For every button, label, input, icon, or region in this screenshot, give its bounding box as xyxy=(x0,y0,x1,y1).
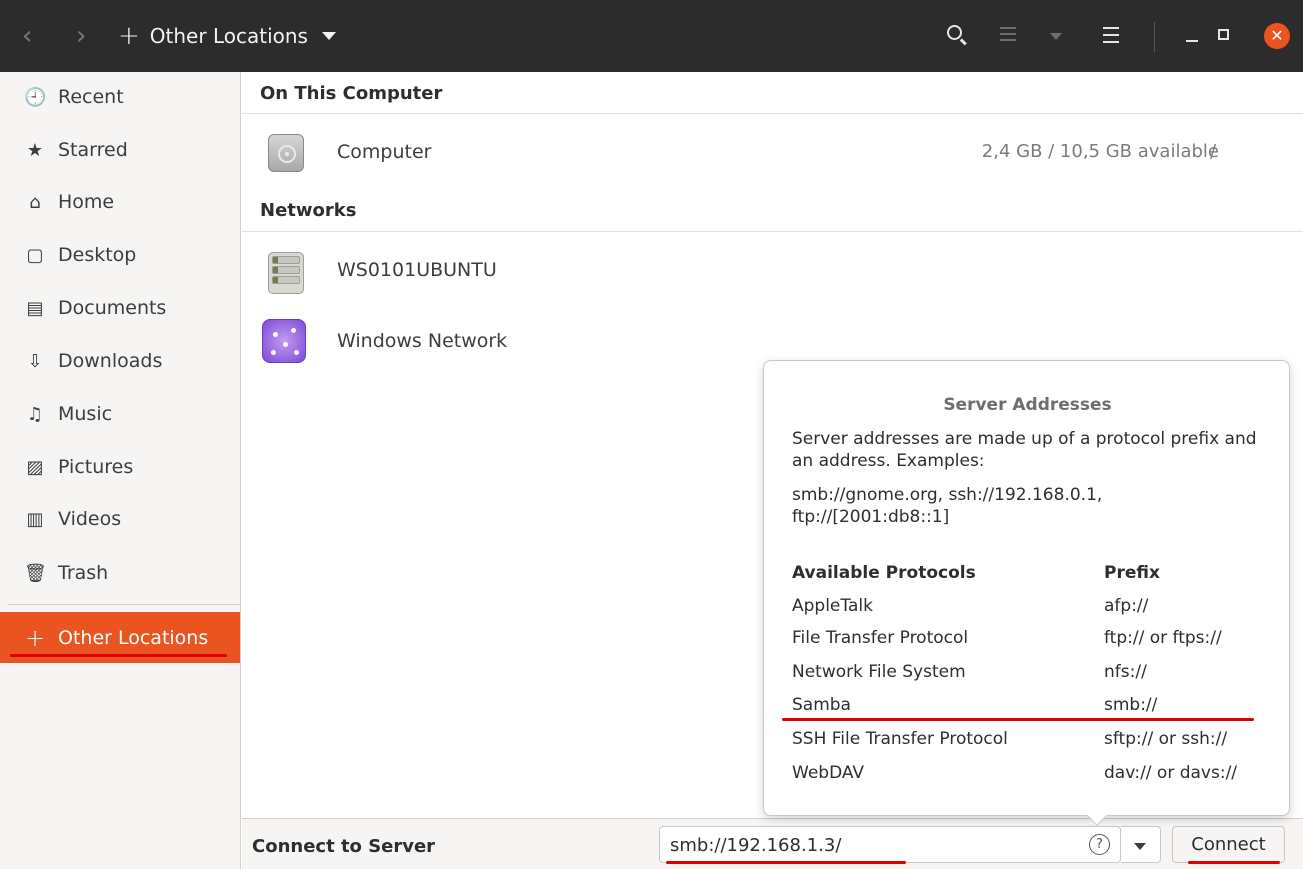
windows-network-icon xyxy=(262,319,306,363)
close-icon[interactable]: ✕ xyxy=(1264,23,1290,49)
desktop-icon: ▢ xyxy=(26,244,44,266)
downloads-icon: ⇩ xyxy=(27,350,43,372)
chevron-down-icon xyxy=(1134,843,1146,850)
protocol-name: Network File System xyxy=(792,662,966,682)
protocol-name: AppleTalk xyxy=(792,596,873,616)
computer-mount-point: / xyxy=(1210,141,1217,162)
connect-to-server-bar: Connect to Server ? Connect xyxy=(242,818,1303,869)
recent-servers-dropdown[interactable] xyxy=(1121,826,1161,863)
sidebar-item-label: Pictures xyxy=(58,456,134,478)
annotation-underline-connect xyxy=(1188,861,1280,864)
recent-icon: 🕘 xyxy=(24,86,47,108)
sidebar-item-label: Recent xyxy=(58,86,124,108)
protocol-name: WebDAV xyxy=(792,763,865,783)
sidebar-item-label: Desktop xyxy=(58,244,137,266)
protocol-name: SSH File Transfer Protocol xyxy=(792,729,1008,749)
row-separator xyxy=(242,231,1303,232)
chevron-down-icon xyxy=(321,32,336,40)
protocol-prefix: smb:// xyxy=(1104,695,1158,715)
server-address-field[interactable]: ? xyxy=(659,826,1121,863)
pictures-icon: ▨ xyxy=(26,456,44,478)
protocol-row: Network File System nfs:// xyxy=(764,662,1291,692)
computer-free-space: 2,4 GB / 10,5 GB available xyxy=(981,141,1219,162)
server-addresses-popover: Server Addresses Server addresses are ma… xyxy=(763,360,1291,826)
protocol-row: File Transfer Protocol ftp:// or ftps:// xyxy=(764,628,1291,658)
protocol-row: WebDAV dav:// or davs:// xyxy=(764,763,1291,793)
row-computer[interactable]: Computer 2,4 GB / 10,5 GB available / xyxy=(242,124,1303,180)
sidebar-item-home[interactable]: ⌂ Home xyxy=(0,182,240,222)
sidebar-item-desktop[interactable]: ▢ Desktop xyxy=(0,235,240,275)
sidebar-item-label: Videos xyxy=(58,508,122,530)
maximize-icon[interactable] xyxy=(1218,29,1229,40)
section-header-on-this-computer: On This Computer xyxy=(260,83,443,104)
network-item-label: Windows Network xyxy=(337,330,508,352)
sidebar-item-label: Home xyxy=(58,191,115,213)
location-path-button[interactable]: + Other Locations xyxy=(118,16,336,56)
protocol-prefix: nfs:// xyxy=(1104,662,1147,682)
popover-description: Server addresses are made up of a protoc… xyxy=(792,429,1257,471)
network-item-label: WS0101UBUNTU xyxy=(337,259,497,281)
prefix-column-header: Prefix xyxy=(1104,563,1160,583)
star-icon: ★ xyxy=(26,139,44,161)
connect-to-server-label: Connect to Server xyxy=(252,836,436,857)
back-button[interactable]: ‹ xyxy=(22,18,32,54)
sidebar-separator xyxy=(8,604,240,605)
headerbar-separator xyxy=(1154,22,1155,52)
server-address-input[interactable] xyxy=(670,832,1070,858)
hamburger-menu-icon[interactable] xyxy=(1103,24,1119,48)
connect-button[interactable]: Connect xyxy=(1172,826,1285,863)
protocol-prefix: sftp:// or ssh:// xyxy=(1104,729,1228,749)
annotation-underline-address xyxy=(666,861,906,864)
computer-label: Computer xyxy=(337,141,432,163)
drive-icon xyxy=(268,134,304,172)
headerbar: ‹ › + Other Locations ✕ xyxy=(0,0,1303,72)
protocol-prefix: dav:// or davs:// xyxy=(1104,763,1238,783)
videos-icon: ▥ xyxy=(26,508,44,530)
protocol-row: SSH File Transfer Protocol sftp:// or ss… xyxy=(764,729,1291,759)
annotation-underline-samba xyxy=(782,718,1254,721)
sidebar-item-starred[interactable]: ★ Starred xyxy=(0,130,240,170)
view-options-chevron-icon[interactable] xyxy=(1050,33,1062,40)
sidebar-item-label: Documents xyxy=(58,297,167,319)
protocol-name: Samba xyxy=(792,695,851,715)
minimize-icon[interactable] xyxy=(1186,40,1198,42)
forward-button[interactable]: › xyxy=(76,18,86,54)
protocol-row: AppleTalk afp:// xyxy=(764,596,1291,626)
protocol-prefix: ftp:// or ftps:// xyxy=(1104,628,1222,648)
sidebar-item-trash[interactable]: 🗑 Trash xyxy=(0,553,240,593)
sidebar-item-label: Music xyxy=(58,403,113,425)
sidebar-item-label: Trash xyxy=(58,562,109,584)
sidebar-item-recent[interactable]: 🕘 Recent xyxy=(0,77,240,117)
popover-title: Server Addresses xyxy=(943,395,1112,415)
home-icon: ⌂ xyxy=(29,191,41,213)
sidebar-item-label: Starred xyxy=(58,139,128,161)
plus-icon: + xyxy=(118,21,140,51)
server-icon xyxy=(268,252,304,294)
protocol-name: File Transfer Protocol xyxy=(792,628,969,648)
sidebar-item-videos[interactable]: ▥ Videos xyxy=(0,499,240,539)
annotation-underline-other-locations xyxy=(10,654,227,657)
search-icon[interactable] xyxy=(946,24,968,48)
sidebar: 🕘 Recent ★ Starred ⌂ Home ▢ Desktop ▤ Do… xyxy=(0,72,241,869)
protocols-column-header: Available Protocols xyxy=(792,563,976,583)
list-view-icon[interactable] xyxy=(1000,24,1016,48)
sidebar-item-label: Downloads xyxy=(58,350,163,372)
sidebar-item-music[interactable]: ♫ Music xyxy=(0,394,240,434)
trash-icon: 🗑 xyxy=(24,562,47,584)
row-separator xyxy=(242,113,1303,114)
documents-icon: ▤ xyxy=(26,297,44,319)
sidebar-item-label: Other Locations xyxy=(58,626,209,649)
plus-icon: + xyxy=(24,623,46,652)
help-icon[interactable]: ? xyxy=(1089,834,1110,855)
row-ws0101ubuntu[interactable]: WS0101UBUNTU xyxy=(242,242,1303,298)
location-label: Other Locations xyxy=(149,24,308,48)
sidebar-item-documents[interactable]: ▤ Documents xyxy=(0,288,240,328)
sidebar-item-downloads[interactable]: ⇩ Downloads xyxy=(0,341,240,381)
section-header-networks: Networks xyxy=(260,200,357,221)
sidebar-item-pictures[interactable]: ▨ Pictures xyxy=(0,447,240,487)
music-icon: ♫ xyxy=(26,403,44,425)
popover-examples: smb://gnome.org, ssh://192.168.0.1, ftp:… xyxy=(792,485,1103,527)
protocol-prefix: afp:// xyxy=(1104,596,1149,616)
